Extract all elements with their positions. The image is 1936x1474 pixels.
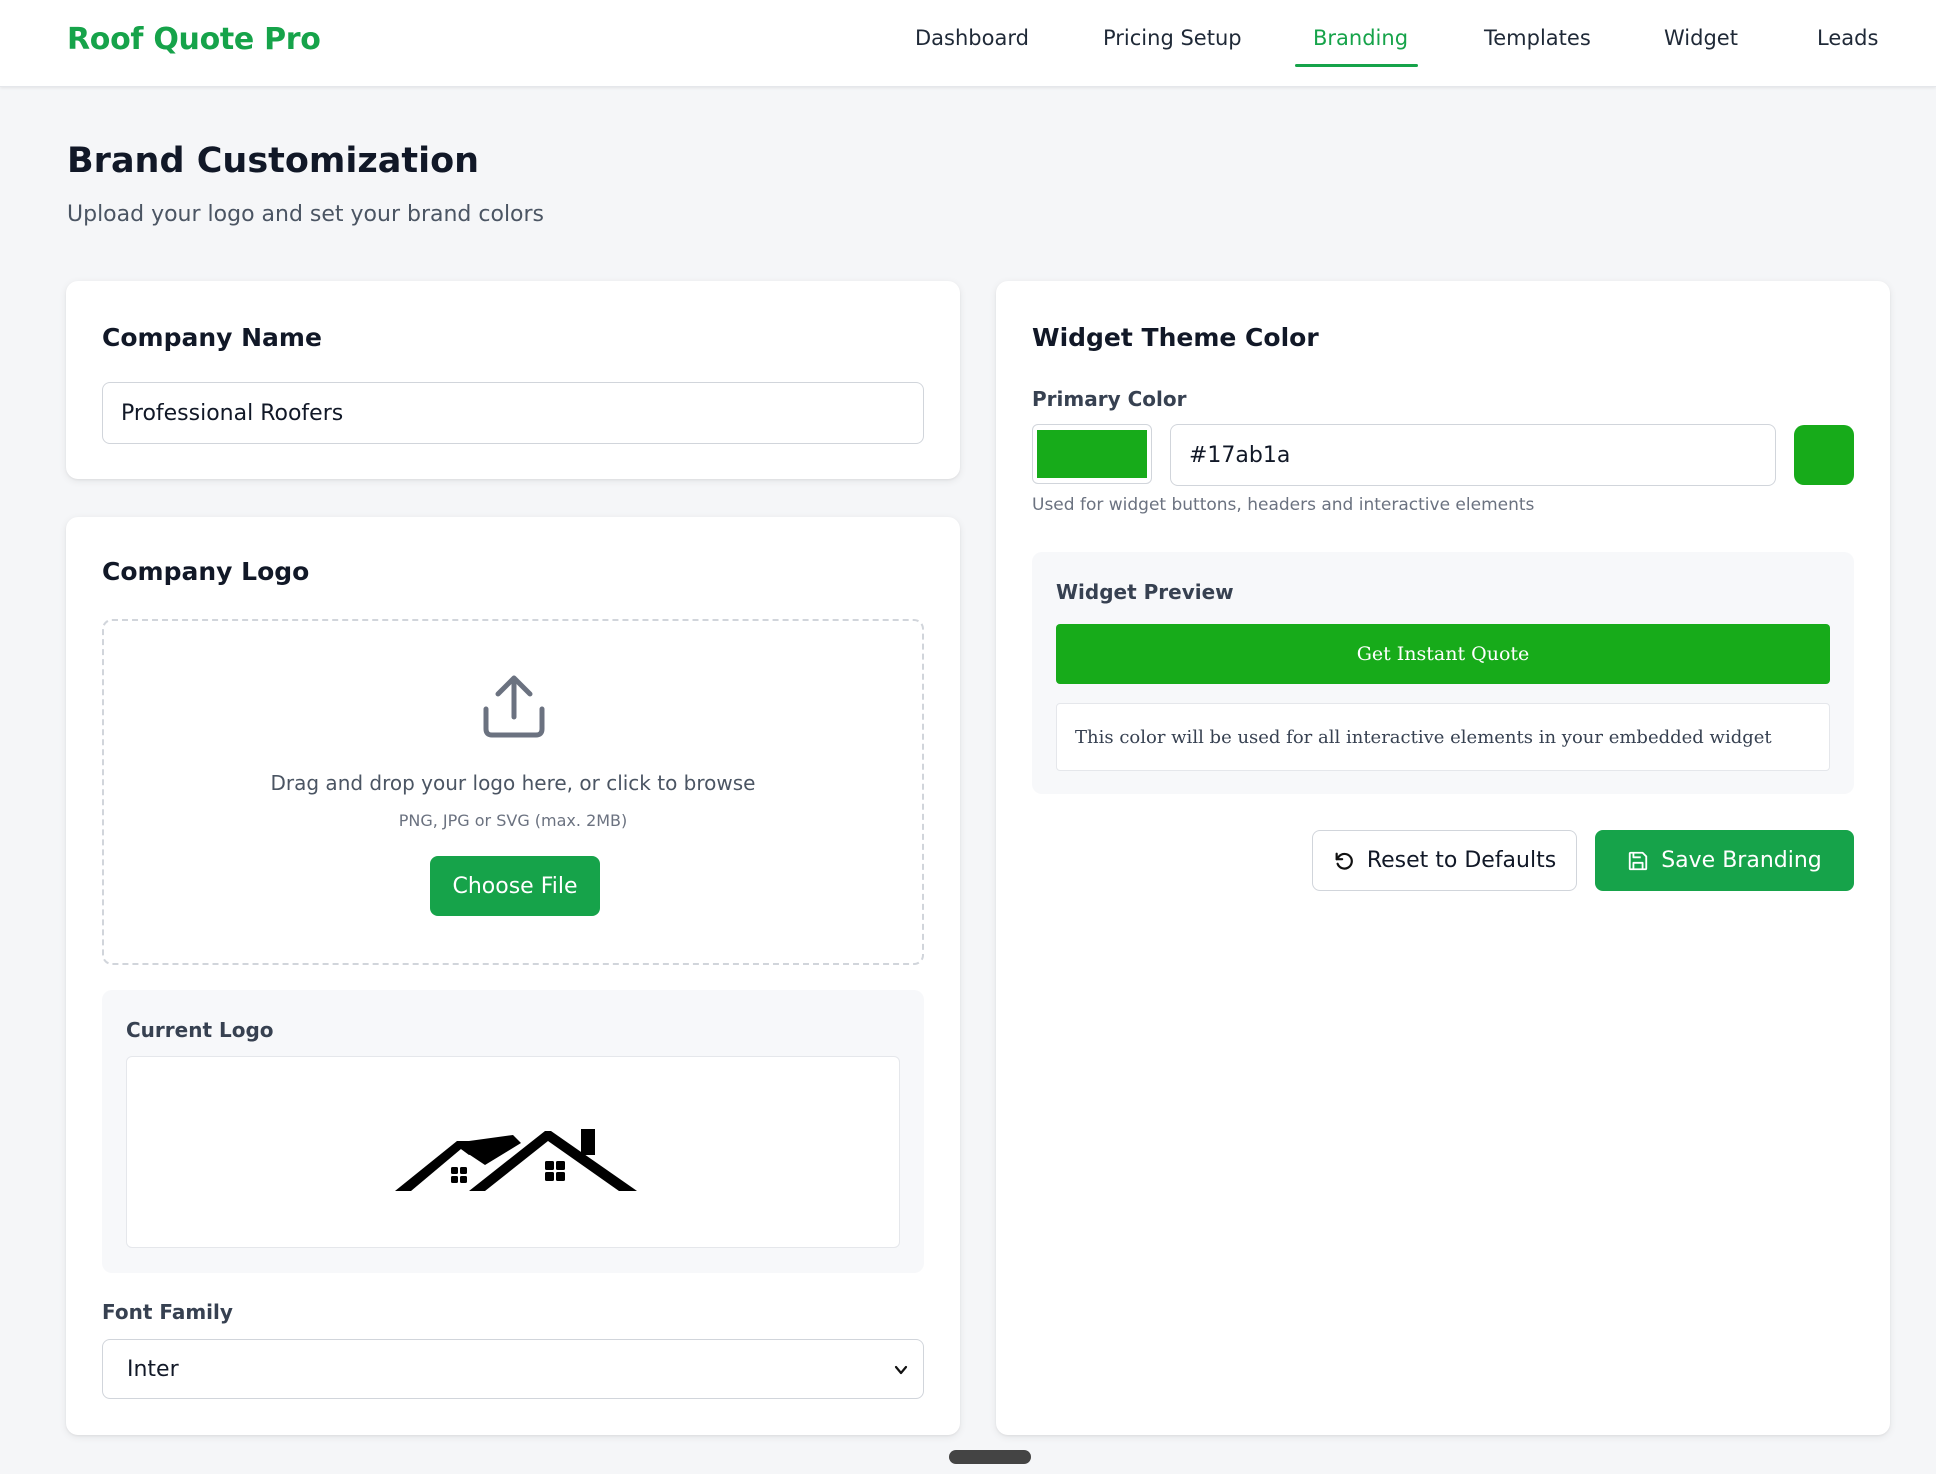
- primary-color-hex-input[interactable]: #17ab1a: [1170, 424, 1776, 486]
- current-logo-label: Current Logo: [126, 1018, 274, 1042]
- save-branding-button[interactable]: Save Branding: [1595, 830, 1854, 891]
- current-logo-frame: [126, 1056, 900, 1248]
- save-button-label: Save Branding: [1661, 848, 1822, 873]
- primary-color-preview-chip: [1794, 425, 1854, 485]
- nav-widget[interactable]: Widget: [1664, 26, 1738, 50]
- logo-dropzone[interactable]: Drag and drop your logo here, or click t…: [102, 619, 924, 965]
- widget-preview-label: Widget Preview: [1056, 580, 1234, 604]
- nav-dashboard[interactable]: Dashboard: [915, 26, 1029, 50]
- preview-get-quote-button[interactable]: Get Instant Quote: [1056, 624, 1830, 684]
- brand-logo-text[interactable]: Roof Quote Pro: [67, 22, 321, 57]
- dropzone-instructions: Drag and drop your logo here, or click t…: [270, 771, 756, 795]
- page-subtitle: Upload your logo and set your brand colo…: [67, 202, 545, 227]
- widget-theme-heading: Widget Theme Color: [1032, 323, 1319, 352]
- top-navbar: Roof Quote Pro Dashboard Pricing Setup B…: [0, 0, 1936, 87]
- primary-color-help: Used for widget buttons, headers and int…: [1032, 495, 1535, 515]
- reset-to-defaults-button[interactable]: Reset to Defaults: [1312, 830, 1577, 891]
- widget-preview-panel: Widget Preview Get Instant Quote This co…: [1032, 552, 1854, 794]
- company-name-card: Company Name Professional Roofers: [66, 281, 960, 479]
- font-family-label: Font Family: [102, 1300, 233, 1324]
- font-family-select[interactable]: Inter: [102, 1339, 924, 1399]
- scroll-handle[interactable]: [949, 1450, 1031, 1464]
- house-roof-logo: [395, 1129, 637, 1191]
- font-family-selected-value: Inter: [127, 1356, 179, 1382]
- current-logo-panel: Current Logo: [102, 990, 924, 1273]
- primary-color-label: Primary Color: [1032, 387, 1187, 411]
- floppy-disk-icon: [1629, 851, 1648, 870]
- upload-icon: [483, 675, 545, 738]
- nav-pricing-setup[interactable]: Pricing Setup: [1103, 26, 1242, 50]
- chevron-down-icon: [894, 1365, 908, 1375]
- page-title: Brand Customization: [67, 141, 480, 181]
- preview-note: This color will be used for all interact…: [1056, 703, 1830, 771]
- primary-color-swatch: [1037, 430, 1147, 478]
- nav-branding[interactable]: Branding: [1313, 26, 1408, 50]
- company-name-heading: Company Name: [102, 323, 322, 352]
- nav-templates[interactable]: Templates: [1484, 26, 1591, 50]
- reset-button-label: Reset to Defaults: [1366, 848, 1557, 873]
- active-tab-indicator: [1295, 64, 1418, 67]
- rotate-ccw-icon: [1335, 852, 1353, 870]
- dropzone-file-hint: PNG, JPG or SVG (max. 2MB): [398, 811, 628, 830]
- company-logo-heading: Company Logo: [102, 557, 310, 586]
- choose-file-button[interactable]: Choose File: [430, 856, 600, 916]
- company-name-input[interactable]: Professional Roofers: [102, 382, 924, 444]
- nav-leads[interactable]: Leads: [1817, 26, 1878, 50]
- primary-color-picker[interactable]: [1032, 424, 1152, 484]
